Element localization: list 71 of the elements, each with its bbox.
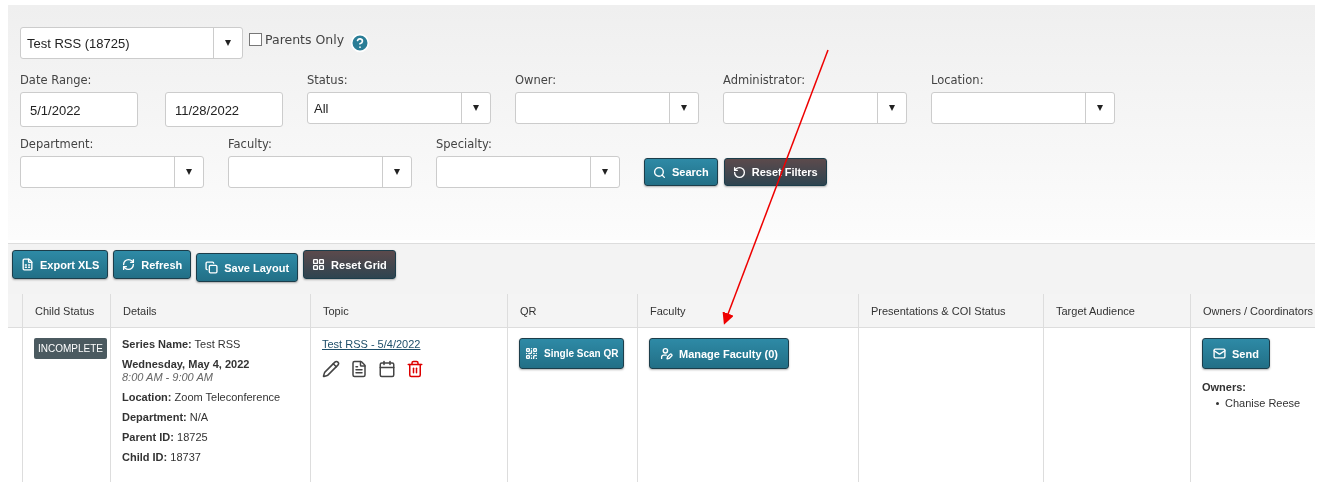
caret-icon [681,105,687,111]
checkbox-label: Parents Only [265,31,345,47]
field-label: Department: [20,137,95,151]
topic-link[interactable]: Test RSS - 5/4/2022 [322,338,421,350]
toolbar-button[interactable]: Save Layout [196,253,299,282]
search-icon [653,165,666,179]
refresh-icon [122,258,136,271]
owner-name: Chanise Reese [1225,397,1301,409]
field-label: Specialty: [436,137,493,151]
bullet-icon [1216,401,1219,405]
select-field[interactable] [515,92,699,124]
select-field[interactable] [228,156,412,188]
column-header[interactable]: Topic [310,294,507,328]
grid-icon [312,258,326,271]
caret-icon [1097,105,1103,111]
spreadsheet-icon [21,258,34,271]
detail-text: Department: N/A [122,411,209,423]
column-header[interactable]: Details [110,294,310,328]
field-label: Administrator: [723,73,807,87]
caret-icon [889,105,895,111]
reset-icon [732,165,746,179]
detail-text: Wednesday, May 4, 2022 [122,358,250,370]
column-header[interactable]: Child Status [22,294,110,328]
calendar-icon[interactable] [378,360,396,378]
column-header[interactable]: Owners / Coordinators [1190,294,1315,328]
column-header[interactable]: Presentations & COI Status [858,294,1043,328]
toolbar-button[interactable]: Export XLS [12,250,109,279]
date-field[interactable]: 5/1/2022 [20,92,138,127]
detail-text: Location: Zoom Teleconference [122,391,281,403]
field-label: Faculty: [228,137,273,151]
detail-text: Parent ID: 18725 [122,431,208,443]
reset-filters-button[interactable]: Reset Filters [723,158,827,186]
select-field[interactable] [20,156,204,188]
owners-label: Owners: [1202,381,1246,393]
manage-faculty-button[interactable]: Manage Faculty (0) [649,338,790,369]
qr-icon [525,347,538,360]
date-field[interactable]: 11/28/2022 [165,92,283,127]
caret-icon [602,169,608,175]
parents-only-checkbox[interactable] [249,32,262,46]
field-label: Status: [307,73,349,87]
help-icon[interactable] [350,33,371,53]
mail-icon [1213,347,1226,360]
detail-text: Series Name: Test RSS [122,338,241,350]
send-button[interactable]: Send [1202,338,1270,369]
detail-text: 8:00 AM - 9:00 AM [122,371,213,383]
detail-text: Child ID: 18737 [122,451,201,463]
user-icon [660,347,673,360]
toolbar-button[interactable]: Reset Grid [303,250,396,279]
select-field[interactable] [723,92,907,124]
document-icon[interactable] [350,360,368,378]
select-field[interactable] [436,156,620,188]
select-field[interactable]: All [307,92,491,124]
caret-icon [186,169,192,175]
pencil-icon[interactable] [322,360,340,378]
search-button[interactable]: Search [644,158,718,186]
field-label: Date Range: [20,73,93,87]
single-scan-qr-button[interactable]: Single Scan QR [519,338,625,369]
caret-icon [394,169,400,175]
select-field[interactable] [931,92,1115,124]
caret-icon [473,105,479,111]
column-header[interactable]: QR [507,294,637,328]
field-label: Owner: [515,73,558,87]
field-label: Location: [931,73,985,87]
status-badge: INCOMPLETE [34,338,107,359]
column-header[interactable]: Faculty [637,294,858,328]
copy-icon [205,261,219,274]
trash-icon[interactable] [406,360,424,378]
series-select[interactable]: Test RSS (18725) [20,27,243,59]
caret-icon [225,40,231,46]
column-header[interactable]: Target Audience [1043,294,1190,328]
toolbar-button[interactable]: Refresh [113,250,192,279]
